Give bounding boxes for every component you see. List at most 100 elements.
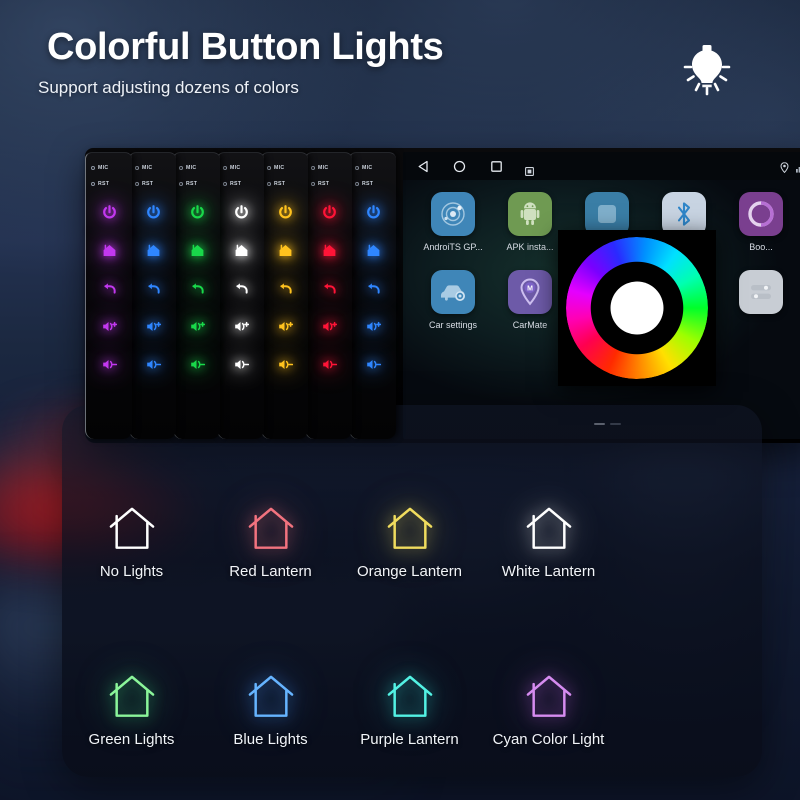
screenshot-icon[interactable] bbox=[525, 163, 534, 181]
volume-down-icon[interactable] bbox=[230, 353, 252, 375]
volume-up-icon[interactable] bbox=[230, 315, 252, 337]
light-mode-purple-lantern[interactable]: Purple Lantern bbox=[340, 658, 479, 748]
back-icon[interactable] bbox=[186, 277, 208, 299]
home-icon[interactable] bbox=[98, 239, 120, 261]
power-icon[interactable] bbox=[98, 201, 120, 223]
home-circle-icon[interactable] bbox=[453, 160, 466, 178]
power-icon[interactable] bbox=[318, 201, 340, 223]
mic-indicator: MIC bbox=[267, 165, 307, 171]
mic-label: MIC bbox=[142, 165, 153, 171]
volume-down-icon[interactable] bbox=[142, 353, 164, 375]
power-icon[interactable] bbox=[230, 201, 252, 223]
volume-up-icon[interactable] bbox=[98, 315, 120, 337]
gps-icon[interactable] bbox=[431, 192, 475, 236]
back-triangle-icon[interactable] bbox=[417, 160, 430, 178]
light-mode-green-lights[interactable]: Green Lights bbox=[62, 658, 201, 748]
back-icon[interactable] bbox=[318, 277, 340, 299]
back-icon[interactable] bbox=[230, 277, 252, 299]
button-strip-2[interactable]: MIC RST bbox=[129, 152, 176, 439]
car-settings-icon[interactable] bbox=[431, 270, 475, 314]
settings-icon[interactable] bbox=[739, 270, 783, 314]
carmate-icon[interactable]: M bbox=[508, 270, 552, 314]
volume-up-icon[interactable] bbox=[142, 315, 164, 337]
power-icon[interactable] bbox=[274, 201, 296, 223]
volume-up-icon[interactable] bbox=[362, 315, 384, 337]
light-mode-label: Green Lights bbox=[88, 731, 175, 748]
volume-down-icon[interactable] bbox=[186, 353, 208, 375]
color-wheel-picker[interactable] bbox=[558, 230, 716, 386]
mic-indicator: MIC bbox=[223, 165, 263, 171]
home-icon[interactable] bbox=[318, 239, 340, 261]
browser-icon[interactable] bbox=[739, 192, 783, 236]
light-mode-cyan-color-light[interactable]: Cyan Color Light bbox=[479, 658, 618, 748]
rst-led-icon bbox=[179, 182, 183, 186]
home-icon[interactable] bbox=[186, 239, 208, 261]
volume-up-icon[interactable] bbox=[318, 315, 340, 337]
app-carmate[interactable]: M CarMate bbox=[496, 270, 564, 330]
rst-led-icon bbox=[311, 182, 315, 186]
mic-indicator: MIC bbox=[355, 165, 395, 171]
button-strip-5[interactable]: MIC RST bbox=[261, 152, 308, 439]
power-icon[interactable] bbox=[362, 201, 384, 223]
back-icon[interactable] bbox=[274, 277, 296, 299]
house-lantern-icon[interactable] bbox=[201, 490, 340, 552]
volume-up-icon[interactable] bbox=[274, 315, 296, 337]
color-wheel-center-swatch[interactable] bbox=[610, 281, 664, 335]
mic-led-icon bbox=[355, 166, 359, 170]
app-boo-[interactable]: Boo... bbox=[727, 192, 795, 252]
volume-down-icon[interactable] bbox=[318, 353, 340, 375]
house-lantern-icon[interactable] bbox=[340, 490, 479, 552]
app-label: AndroiTS GP... bbox=[423, 242, 483, 252]
light-mode-orange-lantern[interactable]: Orange Lantern bbox=[340, 490, 479, 580]
button-strip-7[interactable]: MIC RST bbox=[349, 152, 396, 439]
home-icon[interactable] bbox=[142, 239, 164, 261]
mic-label: MIC bbox=[98, 165, 109, 171]
volume-up-icon[interactable] bbox=[186, 315, 208, 337]
house-lantern-icon[interactable] bbox=[201, 658, 340, 720]
recents-square-icon[interactable] bbox=[490, 160, 503, 178]
mic-label: MIC bbox=[186, 165, 197, 171]
house-lantern-icon[interactable] bbox=[479, 490, 618, 552]
button-strip-3[interactable]: MIC RST bbox=[173, 152, 220, 439]
volume-down-icon[interactable] bbox=[274, 353, 296, 375]
app-car-settings[interactable]: Car settings bbox=[419, 270, 487, 330]
android-robot-icon[interactable] bbox=[508, 192, 552, 236]
button-strip-6[interactable]: MIC RST bbox=[305, 152, 352, 439]
power-icon[interactable] bbox=[142, 201, 164, 223]
home-icon[interactable] bbox=[274, 239, 296, 261]
rst-label: RST bbox=[274, 181, 286, 187]
back-icon[interactable] bbox=[98, 277, 120, 299]
back-icon[interactable] bbox=[362, 277, 384, 299]
button-strip-1[interactable]: MIC RST bbox=[85, 152, 132, 439]
house-lantern-icon[interactable] bbox=[62, 658, 201, 720]
back-icon[interactable] bbox=[142, 277, 164, 299]
light-bulb-icon bbox=[676, 38, 738, 100]
button-strip-4[interactable]: MIC RST bbox=[217, 152, 264, 439]
mic-label: MIC bbox=[318, 165, 329, 171]
rst-indicator: RST bbox=[223, 181, 263, 187]
light-mode-white-lantern[interactable]: White Lantern bbox=[479, 490, 618, 580]
mic-led-icon bbox=[223, 166, 227, 170]
rst-indicator: RST bbox=[355, 181, 395, 187]
location-pin-icon bbox=[780, 160, 789, 178]
house-lantern-icon[interactable] bbox=[62, 490, 201, 552]
app-apk-insta-[interactable]: APK insta... bbox=[496, 192, 564, 252]
light-mode-red-lantern[interactable]: Red Lantern bbox=[201, 490, 340, 580]
header: Colorful Button Lights Support adjusting… bbox=[0, 0, 800, 130]
app-androits-gp-[interactable]: AndroiTS GP... bbox=[419, 192, 487, 252]
volume-down-icon[interactable] bbox=[98, 353, 120, 375]
rst-label: RST bbox=[362, 181, 374, 187]
light-mode-label: Red Lantern bbox=[229, 563, 312, 580]
signal-icon bbox=[796, 160, 800, 178]
house-lantern-icon[interactable] bbox=[340, 658, 479, 720]
home-icon[interactable] bbox=[362, 239, 384, 261]
status-bar bbox=[780, 160, 800, 178]
rst-label: RST bbox=[186, 181, 198, 187]
power-icon[interactable] bbox=[186, 201, 208, 223]
app-item-4[interactable] bbox=[727, 270, 795, 330]
house-lantern-icon[interactable] bbox=[479, 658, 618, 720]
home-icon[interactable] bbox=[230, 239, 252, 261]
light-mode-blue-lights[interactable]: Blue Lights bbox=[201, 658, 340, 748]
light-mode-no-lights[interactable]: No Lights bbox=[62, 490, 201, 580]
volume-down-icon[interactable] bbox=[362, 353, 384, 375]
